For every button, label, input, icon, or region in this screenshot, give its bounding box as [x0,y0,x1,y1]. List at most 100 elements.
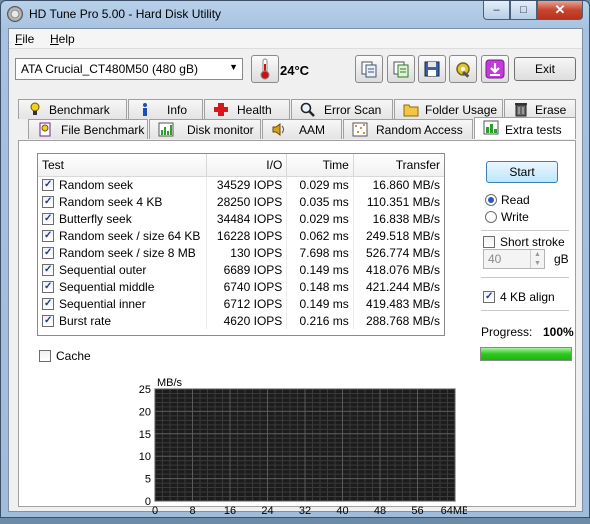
test-name: Random seek / size 8 MB [59,245,196,260]
align-4kb-option[interactable]: 4 KB align [483,290,555,304]
column-test[interactable]: Test [38,154,207,177]
tab-folder-usage[interactable]: Folder Usage [394,99,503,119]
tab-extra-tests[interactable]: Extra tests [474,117,576,139]
tab-label: Disk monitor [187,123,254,137]
maximize-button[interactable]: □ [510,1,537,20]
table-row[interactable]: Sequential outer 6689 IOPS0.149 ms 418.076… [38,261,444,278]
test-name: Random seek 4 KB [59,194,163,209]
table-body: Random seek34529 IOPS0.029 ms16.860 MB/s… [38,176,444,329]
benchmark-icon [30,102,40,115]
test-cell: Random seek / size 8 MB [38,244,207,261]
short-stroke-unit: gB [554,252,569,266]
copy-info-button[interactable] [355,55,383,83]
test-checkbox[interactable] [42,178,54,191]
align-4kb-checkbox[interactable] [483,291,495,303]
test-checkbox[interactable] [42,212,54,225]
temperature-button[interactable] [251,55,279,83]
test-cell: Butterfly seek [38,210,207,227]
column-time[interactable]: Time [286,154,354,177]
spin-up-icon[interactable]: ▲ [531,250,544,259]
column-io[interactable]: I/O [206,154,288,177]
table-row[interactable]: Sequential inner 6712 IOPS0.149 ms 419.483… [38,295,444,312]
copy-results-button[interactable] [387,55,415,83]
download-button[interactable] [481,55,509,83]
test-checkbox[interactable] [42,229,54,242]
spin-arrows[interactable]: ▲ ▼ [530,250,544,268]
short-stroke-size-input[interactable]: 40 ▲ ▼ [483,249,545,269]
test-cell: Sequential inner [38,295,207,312]
transfer-cell: 418.076 MB/s [365,262,440,277]
table-row[interactable]: Random seek / size 8 MB 130 IOPS7.698 ms 5… [38,244,444,261]
tab-aam[interactable]: AAM [262,119,342,139]
close-button[interactable]: ✕ [537,1,583,20]
read-label: Read [501,193,530,207]
transfer-cell: 526.774 MB/s [365,245,440,260]
minimize-button[interactable]: – [483,1,510,20]
table-row[interactable]: Random seek 4 KB 28250 IOPS0.035 ms 110.35… [38,193,444,210]
read-option[interactable]: Read [485,193,530,207]
test-checkbox[interactable] [42,195,54,208]
tab-error-scan[interactable]: Error Scan [291,99,393,119]
test-name: Sequential middle [59,279,155,294]
short-stroke-size-value: 40 [488,252,502,266]
short-stroke-option[interactable]: Short stroke [483,235,565,249]
tab-erase[interactable]: Erase [504,99,576,119]
menu-help-label: elp [58,32,75,46]
column-transfer[interactable]: Transfer [353,154,444,177]
start-button[interactable]: Start [486,161,558,183]
y-axis-label: MB/s [157,377,183,389]
test-checkbox[interactable] [42,246,54,259]
tab-benchmark[interactable]: Benchmark [18,99,127,119]
table-row[interactable]: Butterfly seek 34484 IOPS0.029 ms 16.838 M… [38,210,444,227]
test-checkbox[interactable] [42,314,54,327]
menu-file[interactable]: File [15,32,34,46]
tab-info[interactable]: Info [128,99,203,119]
menu-help[interactable]: Help [50,32,75,46]
extra-tests-icon [483,120,499,135]
table-row[interactable]: Burst rate 4620 IOPS0.216 ms 288.768 MB/s [38,312,444,329]
options-button[interactable] [449,55,477,83]
y-tick-label: 0 [145,496,151,508]
tab-disk-monitor[interactable]: Disk monitor [149,119,261,139]
spin-down-icon[interactable]: ▼ [531,259,544,268]
copy-icon [361,61,377,78]
cache-option[interactable]: Cache [39,349,91,363]
save-button[interactable] [418,55,446,83]
time-cell: 0.148 ms [286,278,354,295]
test-cell: Random seek 4 KB [38,193,207,210]
erase-icon [515,103,527,117]
time-cell: 0.216 ms [286,312,354,329]
short-stroke-checkbox[interactable] [483,236,495,248]
test-name: Sequential inner [59,296,146,311]
test-checkbox[interactable] [42,297,54,310]
cache-checkbox[interactable] [39,350,51,362]
align-4kb-label: 4 KB align [500,290,555,304]
floppy-disk-icon [424,61,440,77]
copy-results-icon [393,61,409,78]
transfer-cell: 110.351 MB/s [366,194,440,209]
table-row[interactable]: Random seek / size 64 KB 16228 IOPS0.062 … [38,227,444,244]
tab-random-access[interactable]: Random Access [343,119,473,139]
tab-label: File Benchmark [61,123,145,137]
title-bar[interactable]: HD Tune Pro 5.00 - Hard Disk Utility – □… [1,1,589,27]
window-title: HD Tune Pro 5.00 - Hard Disk Utility [29,7,222,21]
io-cell: 28250 IOPS [206,193,288,210]
drive-select[interactable]: ATA Crucial_CT480M50 (480 gB) ▼ [15,58,243,80]
test-checkbox[interactable] [42,263,54,276]
read-radio[interactable] [485,194,497,206]
write-radio[interactable] [485,211,497,223]
time-cell: 0.149 ms [286,261,354,278]
drive-select-value: ATA Crucial_CT480M50 (480 gB) [21,62,198,76]
tab-file-benchmark[interactable]: File Benchmark [28,119,148,139]
table-row[interactable]: Sequential middle 6740 IOPS0.148 ms 421.24… [38,278,444,295]
tab-label: Erase [535,103,567,117]
time-cell: 0.035 ms [286,193,354,210]
table-row[interactable]: Random seek 34529 IOPS0.029 ms 16.860 MB/s [38,176,444,193]
x-tick-label: 16 [224,505,236,517]
folder-icon [403,104,419,117]
x-tick-label: 56 [411,505,423,517]
write-option[interactable]: Write [485,210,529,224]
tab-health[interactable]: Health [204,99,290,119]
test-checkbox[interactable] [42,280,54,293]
exit-button[interactable]: Exit [514,57,576,81]
